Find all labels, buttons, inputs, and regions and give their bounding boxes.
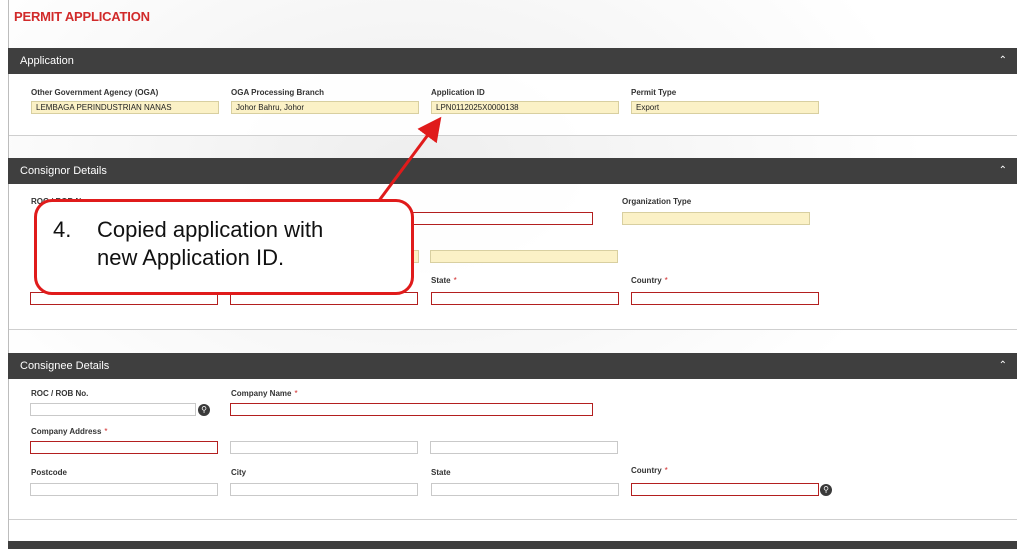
callout-line-2: new Application ID. — [97, 245, 285, 270]
callout-line-1: 4. Copied application with — [53, 217, 324, 242]
annotation-callout: 4. Copied application with new Applicatio… — [34, 199, 414, 295]
